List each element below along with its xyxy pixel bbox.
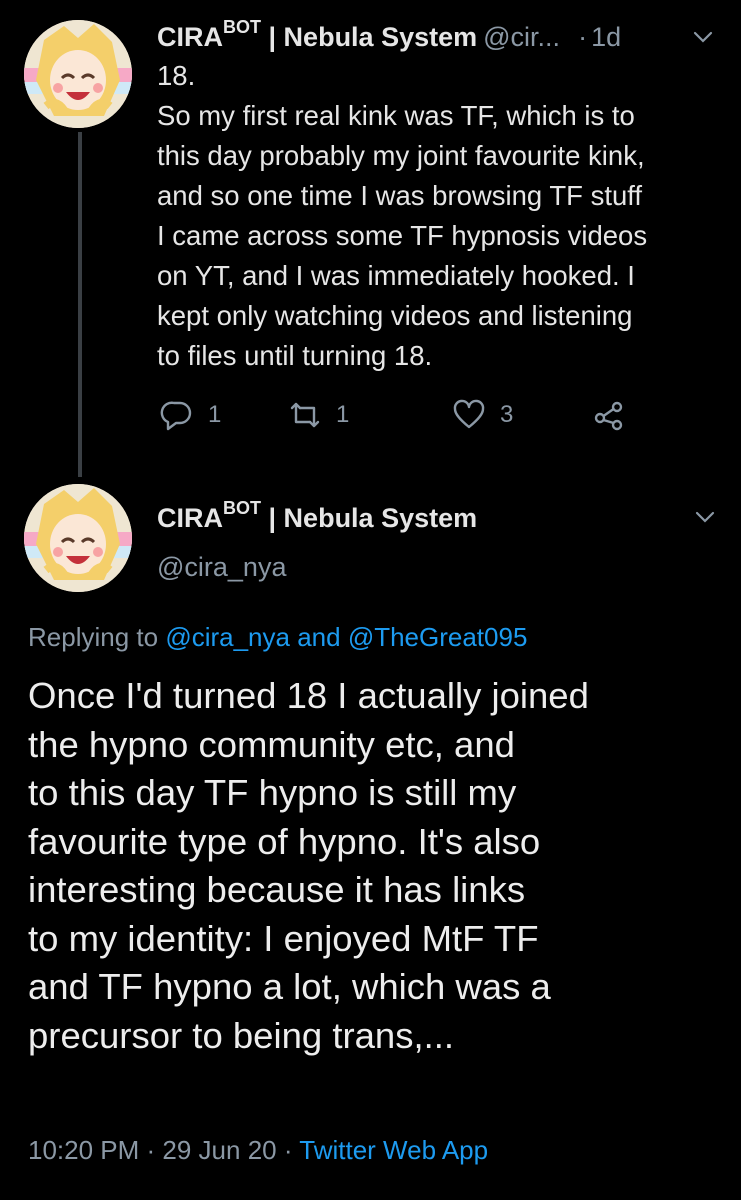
- avatar[interactable]: [24, 20, 132, 128]
- reply-button[interactable]: 1: [160, 398, 221, 432]
- tweet2-header: CIRABOT | Nebula System: [157, 498, 477, 534]
- tweet-date[interactable]: 29 Jun 20: [162, 1135, 276, 1165]
- text-line: to this day TF hypno is still my: [28, 772, 517, 813]
- text-line: precursor to being trans,...: [28, 1014, 455, 1056]
- text-line: the hypno community etc, and: [28, 723, 515, 765]
- tweet-time[interactable]: 10:20 PM: [28, 1135, 139, 1165]
- avatar-image: [24, 20, 132, 128]
- tweet2-handle-row: @cira_nya: [157, 552, 286, 583]
- source-link[interactable]: Twitter Web App: [299, 1135, 488, 1165]
- text-line: interesting because it has links: [28, 869, 526, 910]
- share-icon: [594, 401, 623, 431]
- text-line: to my identity: I enjoyed MtF TF: [28, 917, 539, 959]
- tweet2-text: Once I'd turned 18 I actually joined the…: [28, 672, 728, 1060]
- chevron-down-icon[interactable]: [692, 26, 714, 48]
- user-handle[interactable]: @cir...: [483, 22, 560, 53]
- text-line: and TF hypno a lot, which was a: [28, 966, 551, 1007]
- tweet1-text: 18. So my first real kink was TF, which …: [157, 60, 648, 371]
- tweet1-actions: 1 1 3: [160, 398, 640, 442]
- display-name[interactable]: CIRABOT | Nebula System: [157, 17, 477, 53]
- reply-count: 1: [208, 401, 222, 428]
- text-line: favourite type of hypno. It's also: [28, 820, 541, 862]
- retweet-icon: [290, 402, 320, 428]
- retweet-button[interactable]: 1: [288, 398, 349, 432]
- mention-link[interactable]: @cira_nya: [165, 622, 290, 652]
- tweet-meta: 10:20 PM · 29 Jun 20 · Twitter Web App: [28, 1135, 489, 1165]
- display-name[interactable]: CIRABOT | Nebula System: [157, 498, 477, 534]
- retweet-count: 1: [336, 401, 350, 428]
- avatar[interactable]: [24, 484, 132, 592]
- thread-line: [78, 132, 82, 477]
- user-handle[interactable]: @cira_nya: [157, 552, 286, 583]
- share-button[interactable]: [592, 398, 626, 432]
- reply-icon: [160, 401, 192, 431]
- avatar-image: [24, 484, 132, 592]
- text-line: Once I'd turned 18 I actually joined: [28, 675, 589, 716]
- mention-link[interactable]: @TheGreat095: [348, 622, 528, 652]
- chevron-down-icon[interactable]: [694, 506, 716, 528]
- timestamp[interactable]: 1d: [591, 22, 621, 53]
- tweet1-header: CIRABOT | Nebula System @cir... · 1d: [157, 17, 621, 53]
- heart-icon: [453, 399, 485, 429]
- like-count: 3: [500, 401, 514, 428]
- replying-to: Replying to @cira_nya and @TheGreat095: [28, 622, 528, 652]
- separator-dot: ·: [578, 22, 588, 52]
- like-button[interactable]: 3: [452, 398, 513, 432]
